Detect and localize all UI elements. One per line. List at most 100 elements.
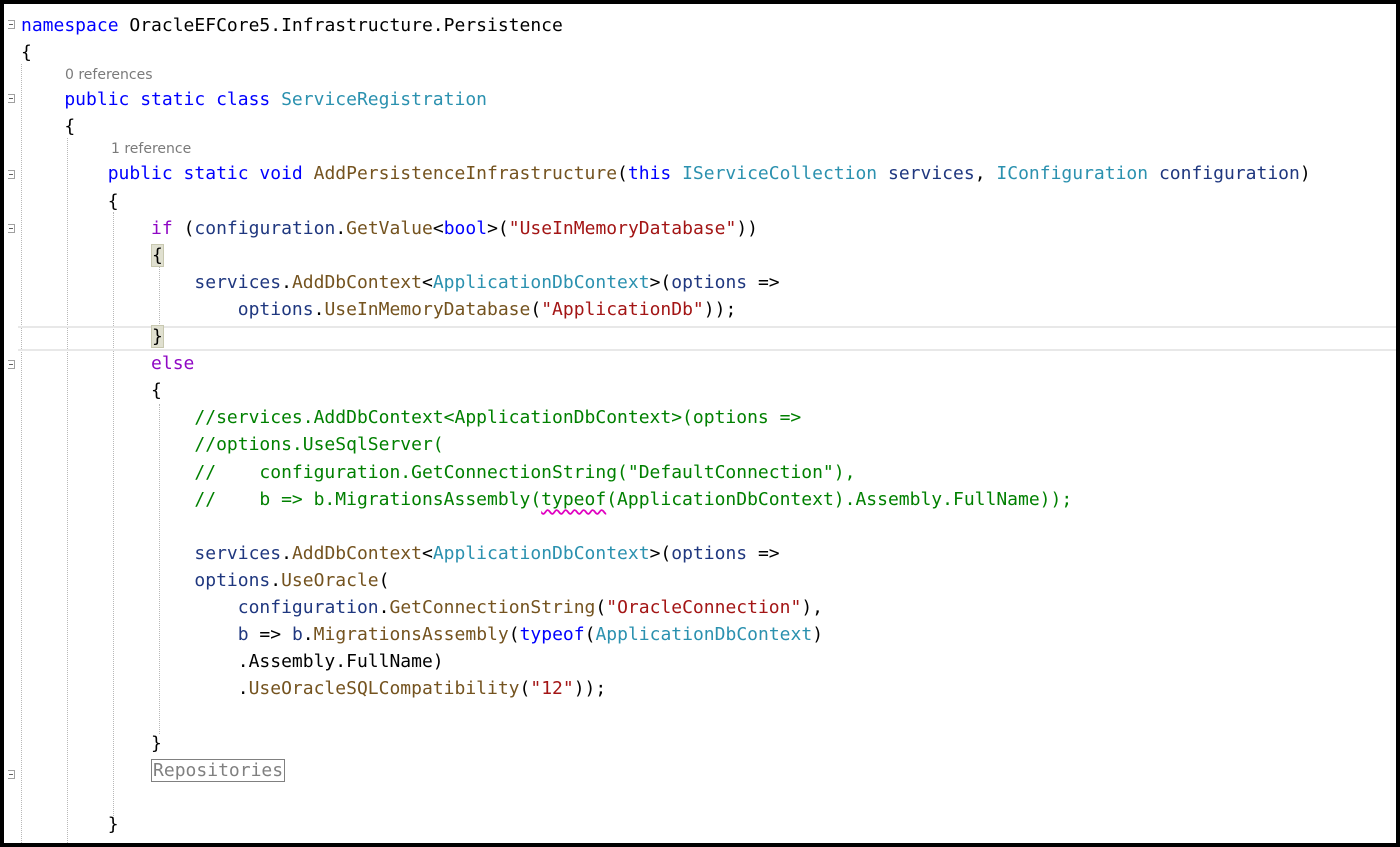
code-line[interactable]: } [21,730,162,757]
code-line[interactable]: configuration.GetConnectionString("Oracl… [21,594,823,621]
code-token: )) [736,217,759,239]
code-token: bool [443,217,488,239]
outlining-margin [8,8,18,843]
code-line[interactable]: // configuration.GetConnectionString("De… [21,459,855,486]
code-token: // configuration.GetConnectionString("De… [21,461,856,483]
code-token: < [421,542,433,564]
code-line[interactable]: //services.AddDbContext<ApplicationDbCon… [21,404,801,431]
code-token: services [194,542,282,564]
code-token: Repositories [151,758,286,782]
code-token: services [888,163,975,185]
code-line[interactable]: Repositories [21,757,286,784]
code-token: } [21,813,119,835]
code-token: ) [812,624,824,646]
code-token: ) [1299,163,1311,185]
code-token: configuration [1158,163,1300,185]
code-line[interactable]: //options.UseSqlServer( [21,431,444,458]
code-line[interactable]: { [21,242,164,269]
code-token: )); [703,298,737,320]
collapse-class-icon[interactable] [8,94,16,104]
code-token: { [21,190,119,212]
code-token: . [302,624,314,646]
code-token: . [281,542,292,564]
code-line[interactable]: services.AddDbContext<ApplicationDbConte… [21,540,779,567]
code-token: AddDbContext [291,271,422,293]
code-line[interactable]: services.AddDbContext<ApplicationDbConte… [21,269,779,296]
code-token: ( [378,569,390,591]
code-token: ( [530,298,542,320]
collapse-if-block-icon[interactable] [8,224,16,234]
code-token: GetValue [346,217,433,239]
collapse-namespace-icon[interactable] [8,20,16,30]
code-token: . [281,271,292,293]
code-line[interactable]: options.UseInMemoryDatabase("Application… [21,296,737,323]
code-token: this [627,163,683,185]
code-line[interactable]: .Assembly.FullName) [21,648,444,675]
code-token: "12" [530,678,574,700]
code-token: . [335,217,347,239]
code-token: UseOracleSQLCompatibility [248,678,520,700]
code-token: ( [172,217,195,239]
code-line[interactable]: } [21,323,164,350]
code-token: ApplicationDbContext [595,624,813,646]
code-token: services [194,271,282,293]
code-line[interactable]: b => b.MigrationsAssembly(typeof(Applica… [21,621,823,648]
collapse-else-block-icon[interactable] [8,360,16,370]
code-token: >( [649,542,672,564]
code-token: . [21,678,249,700]
code-line[interactable]: { [21,377,162,404]
code-token: OracleEFCore5.Infrastructure.Persistence [129,15,563,36]
code-token: //options.UseSqlServer( [21,434,444,456]
code-token: ServiceRegistration [281,89,487,111]
code-token: < [421,271,433,293]
code-line[interactable]: options.UseOracle( [21,567,389,594]
code-token: "OracleConnection" [606,597,802,618]
code-line[interactable]: { [21,39,32,66]
code-token: "ApplicationDb" [541,298,704,320]
code-token: //services.AddDbContext<ApplicationDbCon… [21,407,802,429]
code-token: typeof [519,624,585,646]
code-token: UseOracle [281,569,379,591]
code-token: public static class [21,89,282,111]
code-line[interactable]: else [21,350,194,377]
code-line[interactable]: } [21,811,119,838]
code-line[interactable]: // b => b.MigrationsAssembly(typeof(Appl… [21,486,1072,513]
code-token: IConfiguration [996,163,1149,185]
expand-region-icon[interactable] [8,770,16,780]
code-token: ), [801,597,823,618]
code-token: >( [649,271,672,293]
code-token: { [21,380,162,402]
code-token: { [21,116,76,138]
code-token: .Assembly.FullName) [21,651,444,673]
code-line[interactable]: if (configuration.GetValue<bool>("UseInM… [21,215,758,242]
code-line[interactable]: public static class ServiceRegistration [21,86,487,113]
code-token: ApplicationDbContext [432,271,650,293]
code-line[interactable]: public static void AddPersistenceInfrast… [21,160,1311,187]
code-line[interactable]: { [21,113,75,140]
code-token: ( [617,163,628,185]
codelens-references[interactable]: 0 references [65,67,153,83]
code-token: MigrationsAssembly [313,624,509,646]
code-line[interactable]: .UseOracleSQLCompatibility("12")); [21,675,607,702]
collapse-method-icon[interactable] [8,170,16,180]
code-token: configuration [194,217,336,239]
code-editor-window: namespace OracleEFCore5.Infrastructure.P… [0,0,1400,847]
codelens-references[interactable]: 1 reference [111,141,191,157]
code-token: AddPersistenceInfrastructure [313,163,618,185]
code-token: if [151,217,173,239]
code-line[interactable]: { [21,188,119,215]
current-line-highlight [18,326,1396,351]
code-token: "UseInMemoryDatabase" [508,217,737,239]
code-line[interactable]: namespace OracleEFCore5.Infrastructure.P… [21,12,563,39]
code-token: configuration [237,597,379,618]
